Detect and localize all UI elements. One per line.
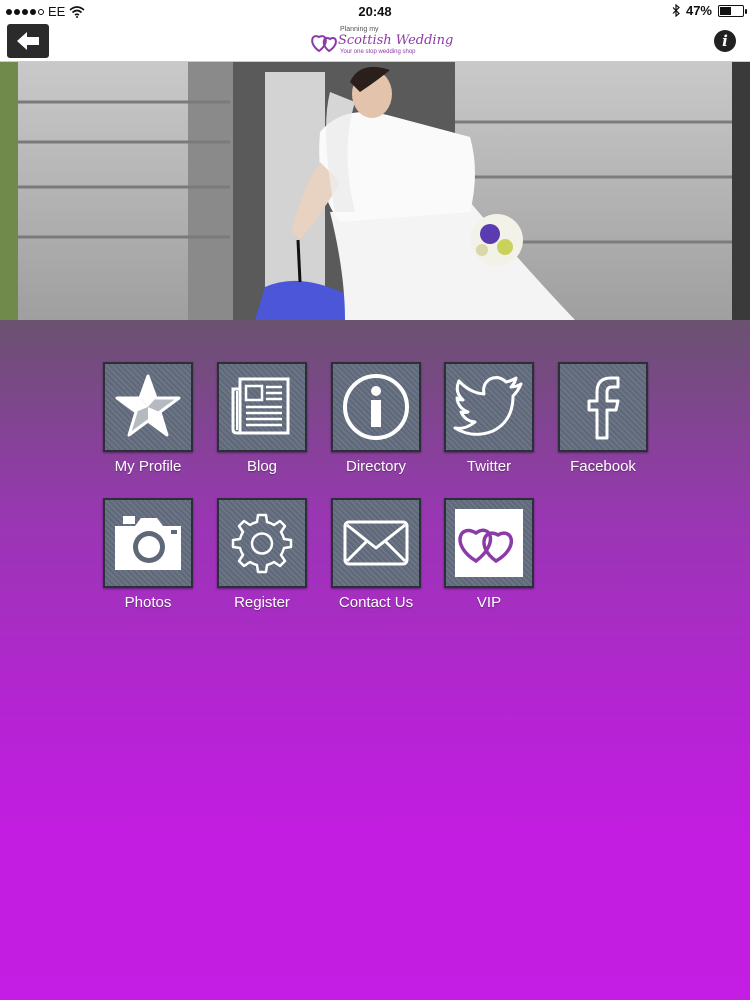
tile-label: Photos: [124, 594, 172, 611]
status-left: EE: [6, 4, 85, 19]
tile-box: [444, 498, 534, 588]
star-icon: [115, 374, 181, 437]
back-arrow-icon: [17, 32, 39, 50]
tile-label: Twitter: [466, 458, 512, 475]
tile-box: [217, 498, 307, 588]
tile-label: Blog: [246, 458, 278, 475]
menu-tile-directory[interactable]: Directory: [331, 362, 421, 475]
logo-line1: Planning my: [340, 26, 379, 33]
hero-banner-image: [0, 62, 750, 320]
vip-logo-frame: [455, 509, 523, 577]
tile-box: [103, 498, 193, 588]
status-right: 47%: [672, 3, 747, 18]
nav-bar: Planning my Scottish Wedding Your one st…: [0, 22, 750, 62]
app-logo: Planning my Scottish Wedding Your one st…: [310, 25, 454, 59]
camera-icon: [115, 516, 181, 570]
tile-label: Facebook: [570, 458, 636, 475]
hearts-logo-icon: [458, 528, 514, 564]
menu-tile-contact-us[interactable]: Contact Us: [331, 498, 421, 611]
newspaper-icon: [231, 377, 290, 435]
menu-tile-facebook[interactable]: Facebook: [558, 362, 648, 475]
menu-area: My Profile Blog Directory Twitter Facebo…: [0, 320, 750, 1000]
wifi-icon: [69, 5, 85, 18]
info-button[interactable]: i: [714, 30, 736, 52]
battery-percent: 47%: [685, 3, 712, 18]
tile-label: Register: [234, 594, 290, 611]
logo-line2: Scottish Wedding: [338, 33, 454, 48]
battery-icon: [718, 4, 747, 17]
back-button[interactable]: [7, 24, 49, 58]
signal-strength-icon: [6, 8, 44, 15]
menu-tile-blog[interactable]: Blog: [217, 362, 307, 475]
tile-box: [217, 362, 307, 452]
twitter-bird-icon: [453, 376, 523, 436]
status-bar: EE 20:48 47%: [0, 0, 750, 22]
tile-label: Contact Us: [338, 594, 414, 611]
menu-tile-register[interactable]: Register: [217, 498, 307, 611]
tile-box: [444, 362, 534, 452]
bluetooth-icon: [672, 4, 680, 17]
gear-icon: [231, 513, 293, 574]
tile-box: [558, 362, 648, 452]
tile-label: VIP: [476, 594, 502, 611]
logo-line3: Your one stop wedding shop: [340, 49, 416, 55]
info-circle-icon: [343, 374, 409, 440]
tile-label: My Profile: [114, 458, 182, 475]
tile-label: Directory: [345, 458, 406, 475]
carrier-name: EE: [48, 4, 66, 19]
envelope-icon: [343, 520, 409, 566]
menu-tile-twitter[interactable]: Twitter: [444, 362, 534, 475]
tile-box: [331, 362, 421, 452]
tile-box: [103, 362, 193, 452]
menu-tile-photos[interactable]: Photos: [103, 498, 193, 611]
facebook-icon: [587, 376, 620, 440]
menu-tile-vip[interactable]: VIP: [444, 498, 534, 611]
menu-tile-my-profile[interactable]: My Profile: [103, 362, 193, 475]
status-time: 20:48: [358, 4, 392, 19]
tile-box: [331, 498, 421, 588]
